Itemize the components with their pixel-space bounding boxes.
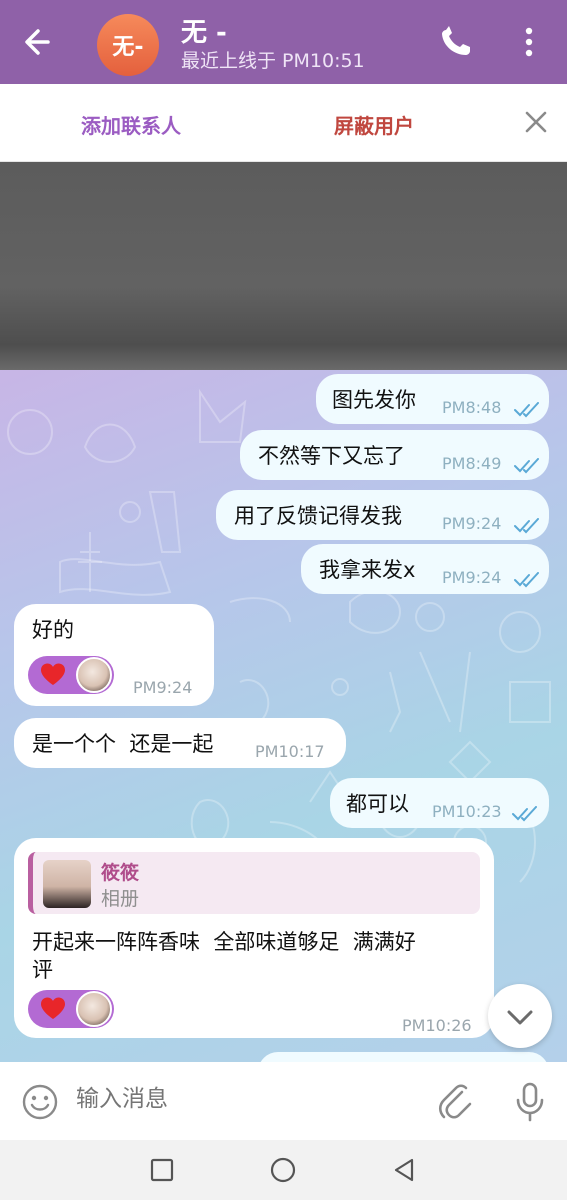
message-text-line: 开起来一阵阵香味 全部味道够足 满满好: [32, 930, 416, 954]
image-message-partial[interactable]: [0, 162, 567, 370]
reactor-avatar: [76, 991, 112, 1027]
outgoing-message[interactable]: 图先发你 PM8:48: [316, 374, 549, 424]
back-triangle-icon[interactable]: [390, 1156, 418, 1184]
heart-icon: [41, 997, 65, 1019]
reply-type: 相册: [101, 888, 140, 910]
close-icon[interactable]: [520, 106, 552, 138]
message-text-line: 评: [32, 958, 53, 982]
heart-icon: [41, 663, 65, 685]
message-text: 是一个个 还是一起: [32, 732, 214, 756]
message-time: PM10:26: [402, 1016, 472, 1035]
message-time: PM9:24: [442, 514, 502, 533]
reaction-chip[interactable]: [28, 990, 114, 1028]
reactor-avatar: [76, 657, 112, 693]
message-time: PM8:48: [442, 398, 502, 417]
phone-call-icon[interactable]: [436, 24, 476, 60]
message-input[interactable]: [76, 1086, 416, 1112]
message-text: 不然等下又忘了: [258, 444, 405, 468]
chat-area[interactable]: 图先发你 PM8:48 不然等下又忘了 PM8:49 用了反馈记得发我 PM9:…: [0, 162, 567, 1062]
message-time: PM8:49: [442, 454, 502, 473]
outgoing-message[interactable]: 用了反馈记得发我 PM9:24: [216, 490, 549, 540]
message-text: 都可以: [346, 792, 409, 816]
system-navigation-bar: [0, 1140, 567, 1200]
message-text: 我拿来发x: [319, 558, 416, 582]
chevron-down-icon: [507, 1010, 533, 1025]
message-text: 用了反馈记得发我: [234, 504, 402, 528]
outgoing-message[interactable]: 不然等下又忘了 PM8:49: [240, 430, 549, 480]
last-seen-status: 最近上线于 PM10:51: [181, 50, 365, 72]
more-options-icon[interactable]: [514, 24, 544, 60]
message-time: PM10:23: [432, 802, 502, 821]
microphone-icon[interactable]: [512, 1080, 548, 1124]
reply-author: 筱筱: [101, 862, 140, 884]
read-ticks-icon: [514, 572, 539, 588]
message-time: PM9:24: [133, 678, 193, 697]
reply-thumbnail: [43, 860, 91, 908]
contact-name[interactable]: 无 -: [181, 12, 227, 49]
reaction-chip[interactable]: [28, 656, 114, 694]
outgoing-message-partial[interactable]: [258, 1052, 549, 1062]
incoming-message[interactable]: 好的 PM9:24: [14, 604, 214, 706]
back-arrow-icon[interactable]: [18, 24, 62, 60]
scroll-to-bottom-button[interactable]: [488, 984, 552, 1048]
recent-apps-icon[interactable]: [150, 1158, 174, 1182]
attachment-paperclip-icon[interactable]: [436, 1080, 476, 1124]
message-composer: [0, 1062, 567, 1140]
contact-action-bar: 添加联系人 屏蔽用户: [0, 84, 567, 162]
contact-avatar[interactable]: 无-: [97, 14, 159, 76]
add-contact-button[interactable]: 添加联系人: [81, 110, 181, 139]
chat-header: 无- 无 - 最近上线于 PM10:51: [0, 0, 567, 84]
read-ticks-icon: [514, 518, 539, 534]
reply-quote[interactable]: 筱筱 相册: [28, 852, 480, 914]
read-ticks-icon: [512, 806, 537, 822]
block-user-button[interactable]: 屏蔽用户: [334, 110, 414, 139]
emoji-icon[interactable]: [20, 1082, 60, 1122]
outgoing-message[interactable]: 我拿来发x PM9:24: [301, 544, 549, 594]
read-ticks-icon: [514, 402, 539, 418]
outgoing-message[interactable]: 都可以 PM10:23: [330, 778, 549, 828]
message-text: 好的: [32, 618, 74, 642]
incoming-reply-message[interactable]: 筱筱 相册 开起来一阵阵香味 全部味道够足 满满好 评 PM10:26: [14, 838, 494, 1038]
message-time: PM9:24: [442, 568, 502, 587]
message-time: PM10:17: [255, 742, 325, 761]
read-ticks-icon: [514, 458, 539, 474]
incoming-message[interactable]: 是一个个 还是一起 PM10:17: [14, 718, 346, 768]
home-icon[interactable]: [270, 1157, 296, 1183]
message-text: 图先发你: [332, 388, 416, 412]
